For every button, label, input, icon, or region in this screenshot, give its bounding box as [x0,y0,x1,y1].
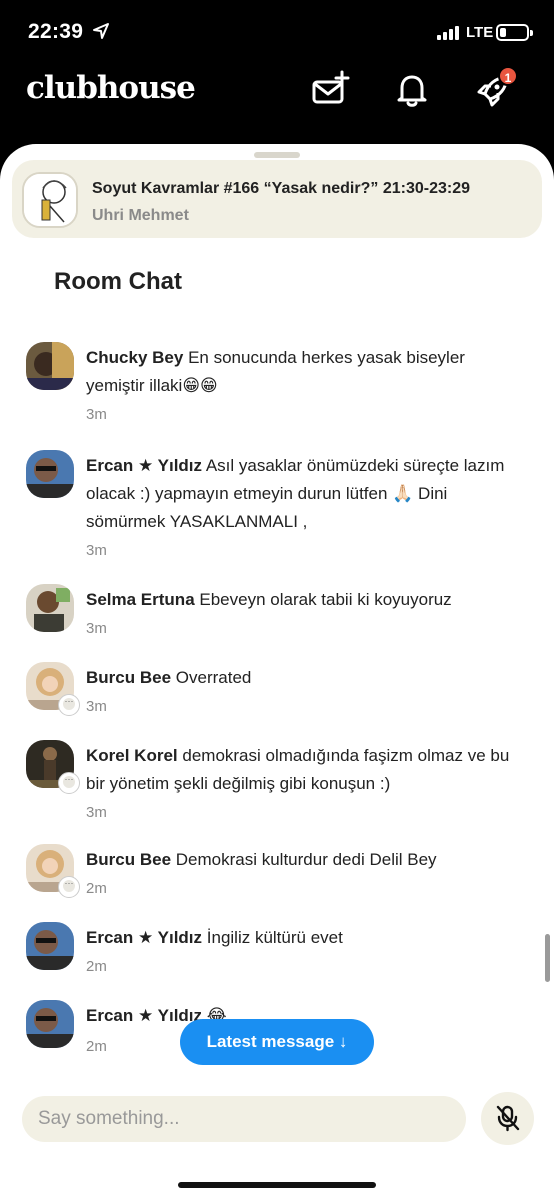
chat-input[interactable]: Say something... [22,1096,466,1142]
message-time: 2m [86,958,107,975]
invite-mail-icon[interactable] [310,70,350,110]
app-logo: clubhouse [26,70,196,106]
message-time: 3m [86,542,107,559]
chat-bubble-icon: ··· [58,694,80,716]
room-card[interactable]: Soyut Kavramlar #166 “Yasak nedir?” 21:3… [12,160,542,238]
message-time: 2m [86,1038,107,1055]
message-author[interactable]: Burcu Bee [86,668,171,687]
message-author[interactable]: Korel Korel [86,746,178,765]
message-time: 3m [86,406,107,423]
latest-message-button[interactable]: Latest message ↓ [180,1019,374,1065]
notification-bell-icon[interactable] [392,70,432,110]
message-time: 3m [86,698,107,715]
status-bar: 22:39 LTE [0,0,554,64]
mic-off-icon [496,1105,520,1132]
message-author[interactable]: Ercan ★ Yıldız [86,456,202,475]
message-body: Demokrasi kulturdur dedi Delil Bey [175,850,437,869]
app-header: clubhouse 1 [0,64,554,150]
cellular-signal-icon [437,26,459,40]
message-author[interactable]: Ercan ★ Yıldız [86,1006,202,1025]
message-author[interactable]: Chucky Bey [86,348,183,367]
message-body: Ebeveyn olarak tabii ki koyuyoruz [199,590,452,609]
message-time: 2m [86,880,107,897]
avatar[interactable] [26,922,74,970]
home-indicator[interactable] [178,1182,376,1188]
mute-mic-button[interactable] [481,1092,534,1145]
avatar[interactable] [26,1000,74,1048]
activity-rocket-icon[interactable]: 1 [474,66,518,110]
room-avatar [22,172,78,228]
message-time: 3m [86,804,107,821]
message-author[interactable]: Burcu Bee [86,850,171,869]
avatar[interactable] [26,450,74,498]
network-type: LTE [466,24,494,41]
room-title: Soyut Kavramlar #166 “Yasak nedir?” 21:3… [92,180,470,197]
message-time: 3m [86,620,107,637]
avatar[interactable] [26,584,74,632]
chat-bubble-icon: ··· [58,772,80,794]
activity-badge: 1 [498,66,518,86]
message-body: Overrated [175,668,252,687]
room-chat-sheet: Soyut Kavramlar #166 “Yasak nedir?” 21:3… [0,144,554,1200]
battery-icon [496,24,533,41]
room-chat-heading: Room Chat [54,268,182,295]
message-author[interactable]: Selma Ertuna [86,590,195,609]
sheet-grabber[interactable] [254,152,300,158]
avatar[interactable] [26,342,74,390]
chat-scrollbar[interactable] [545,934,550,982]
status-time: 22:39 [28,20,84,43]
location-arrow-icon [93,23,109,39]
message-author[interactable]: Ercan ★ Yıldız [86,928,202,947]
message-body: İngiliz kültürü evet [206,928,343,947]
chat-bubble-icon: ··· [58,876,80,898]
room-host: Uhri Mehmet [92,207,189,224]
